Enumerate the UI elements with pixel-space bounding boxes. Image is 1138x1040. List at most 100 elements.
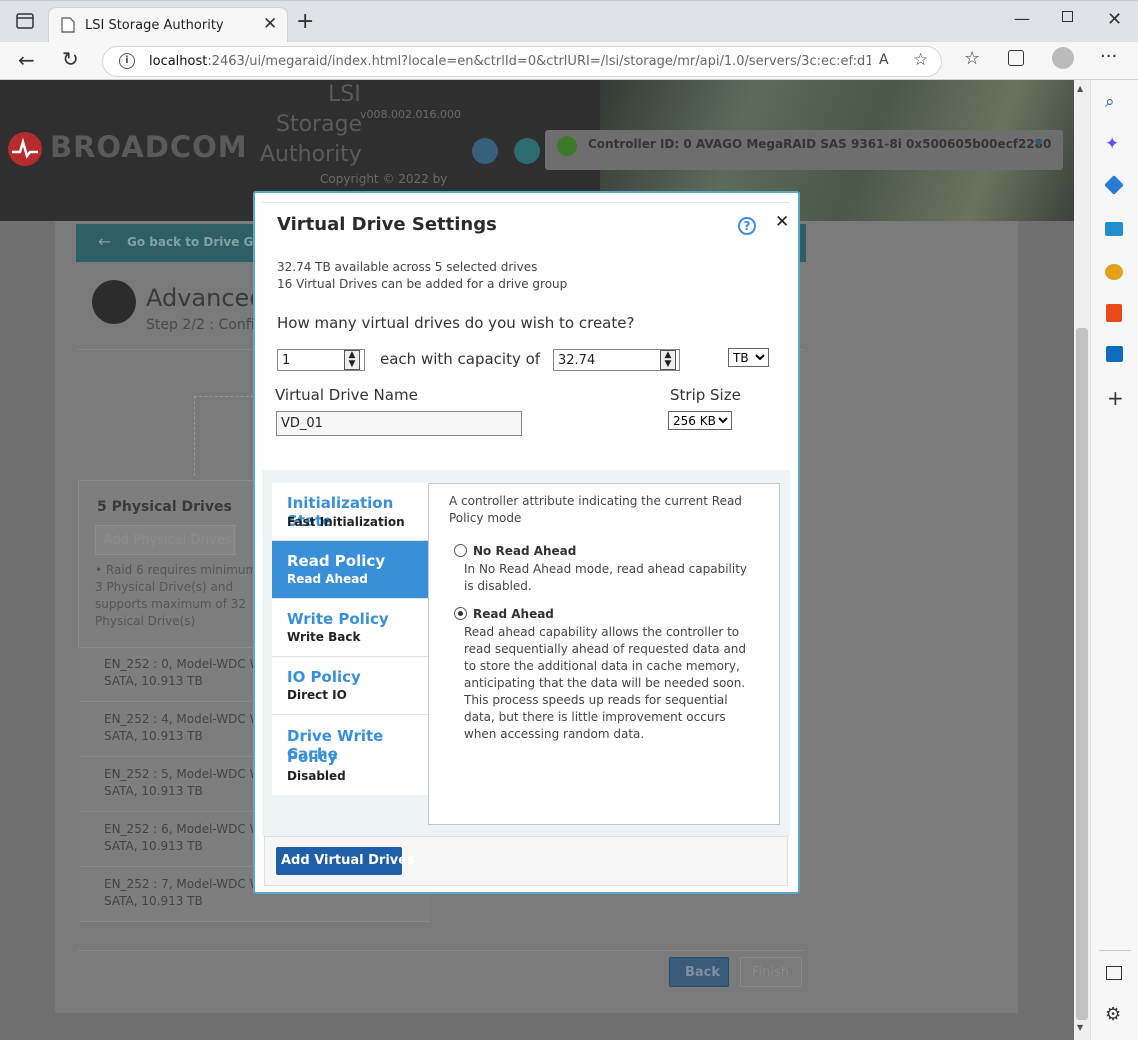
scroll-up-icon[interactable]: ▲ bbox=[1077, 84, 1083, 93]
site-info-icon[interactable]: i bbox=[119, 53, 135, 69]
capacity-unit-select[interactable]: TB bbox=[728, 348, 769, 367]
browser-sidebar: ⌕ ✦ + ⚙ bbox=[1090, 80, 1138, 1040]
read-ahead-radio[interactable] bbox=[454, 607, 467, 620]
vd-count-spinner[interactable]: ▲ ▼ bbox=[344, 350, 360, 370]
games-icon[interactable] bbox=[1105, 264, 1123, 280]
help-icon[interactable]: ? bbox=[738, 217, 756, 235]
read-ahead-desc: anticipating that the data will be neede… bbox=[464, 676, 746, 690]
read-ahead-desc: read sequentially ahead of requested dat… bbox=[464, 642, 747, 656]
wrench-icon bbox=[92, 280, 136, 324]
read-ahead-desc: when accessing random data. bbox=[464, 727, 645, 741]
read-ahead-desc: Read ahead capability allows the control… bbox=[464, 625, 740, 639]
minimize-icon[interactable]: — bbox=[1014, 9, 1030, 28]
scroll-down-icon[interactable]: ▼ bbox=[1077, 1023, 1083, 1032]
refresh-app-icon[interactable] bbox=[514, 138, 540, 164]
no-read-ahead-label[interactable]: No Read Ahead bbox=[473, 544, 576, 558]
back-arrow-icon[interactable]: ← bbox=[98, 232, 111, 251]
settings-menu-icon[interactable]: ··· bbox=[1100, 46, 1117, 67]
app-name-line1: LSI bbox=[328, 82, 361, 107]
tab-read-policy[interactable]: Read Policy Read Ahead bbox=[272, 541, 428, 599]
collections-icon[interactable] bbox=[1008, 50, 1024, 66]
sidebar-divider bbox=[1099, 950, 1131, 951]
panel-description-line1: A controller attribute indicating the cu… bbox=[449, 494, 742, 508]
add-sidebar-app-icon[interactable]: + bbox=[1107, 386, 1124, 410]
add-virtual-drives-button[interactable]: Add Virtual Drives bbox=[276, 847, 415, 875]
browser-toolbar: ← ↻ i localhost:2463/ui/megaraid/index.h… bbox=[0, 42, 1138, 80]
close-window-icon[interactable]: ✕ bbox=[1107, 9, 1122, 30]
search-icon[interactable]: ⌕ bbox=[1105, 92, 1115, 112]
raid-note-line1: • Raid 6 requires minimum o bbox=[95, 563, 269, 577]
browser-tab-bar: LSI Storage Authority ✕ + — ✕ bbox=[0, 0, 1138, 43]
add-favorite-icon[interactable]: ☆ bbox=[913, 50, 928, 70]
read-ahead-desc: data, but there is little improvement oc… bbox=[464, 710, 726, 724]
read-ahead-desc: This process speeds up reads for sequent… bbox=[464, 693, 728, 707]
tab-drive-write-cache-policy[interactable]: Drive Write Cache Policy Disabled bbox=[272, 715, 428, 795]
add-physical-drives-button[interactable]: Add Physical Drives bbox=[95, 525, 235, 555]
capacity-label: each with capacity of bbox=[380, 350, 541, 368]
new-tab-icon[interactable]: + bbox=[296, 9, 314, 34]
panel-description-line2: Policy mode bbox=[449, 511, 522, 525]
controller-selector[interactable]: Controller ID: 0 AVAGO MegaRAID SAS 9361… bbox=[545, 130, 1063, 170]
capacity-spinner[interactable]: ▲ ▼ bbox=[660, 350, 676, 370]
read-aloud-icon[interactable]: A bbox=[879, 52, 889, 68]
version: v008.002.016.000 bbox=[360, 108, 461, 121]
tools-icon[interactable] bbox=[1105, 222, 1123, 236]
tab-actions-icon[interactable] bbox=[14, 13, 36, 33]
office-icon[interactable] bbox=[1106, 304, 1122, 322]
raid-note-line3: supports maximum of 32 bbox=[95, 597, 247, 611]
controller-label: Controller ID: 0 AVAGO MegaRAID SAS 9361… bbox=[588, 137, 1052, 151]
drive-group-placeholder bbox=[194, 396, 254, 476]
available-capacity: 32.74 TB available across 5 selected dri… bbox=[277, 260, 538, 274]
footer-divider bbox=[78, 950, 804, 951]
profile-avatar[interactable] bbox=[1052, 47, 1074, 69]
virtual-drive-limit: 16 Virtual Drives can be added for a dri… bbox=[277, 277, 568, 291]
count-question: How many virtual drives do you wish to c… bbox=[277, 314, 635, 332]
tab-write-policy[interactable]: Write Policy Write Back bbox=[272, 599, 428, 657]
read-ahead-desc: to store the additional data in cache me… bbox=[464, 659, 740, 673]
read-ahead-label[interactable]: Read Ahead bbox=[473, 607, 554, 621]
hide-sidebar-icon[interactable] bbox=[1106, 966, 1122, 980]
no-read-ahead-desc: is disabled. bbox=[464, 579, 532, 593]
back-arrow-icon[interactable]: ← bbox=[18, 48, 35, 72]
strip-size-select[interactable]: 256 KB bbox=[668, 411, 732, 430]
strip-size-label: Strip Size bbox=[670, 386, 741, 404]
outlook-icon[interactable] bbox=[1106, 346, 1123, 362]
dialog-header-line bbox=[262, 202, 790, 203]
chevron-down-icon[interactable]: ▼ bbox=[1035, 138, 1043, 149]
app-name-line3: Authority bbox=[260, 142, 362, 167]
shopping-icon[interactable] bbox=[1104, 175, 1124, 195]
url-text[interactable]: localhost:2463/ui/megaraid/index.html?lo… bbox=[149, 54, 871, 69]
tab-title: LSI Storage Authority bbox=[85, 18, 224, 33]
finish-button[interactable]: Finish bbox=[740, 957, 802, 987]
wizard-step: Step 2/2 : Confi bbox=[146, 317, 255, 333]
address-bar[interactable]: i localhost:2463/ui/megaraid/index.html?… bbox=[102, 46, 942, 77]
no-read-ahead-desc: In No Read Ahead mode, read ahead capabi… bbox=[464, 562, 748, 576]
controller-ok-icon bbox=[557, 136, 577, 156]
scrollbar-thumb[interactable] bbox=[1076, 328, 1088, 1020]
dialog-title: Virtual Drive Settings bbox=[277, 214, 497, 235]
no-read-ahead-radio[interactable] bbox=[454, 544, 467, 557]
favorites-icon[interactable]: ☆ bbox=[964, 48, 980, 69]
sidebar-settings-icon[interactable]: ⚙ bbox=[1105, 1004, 1121, 1025]
vd-name-label: Virtual Drive Name bbox=[275, 386, 418, 404]
back-button[interactable]: Back bbox=[669, 957, 729, 987]
tab-initialization-state[interactable]: Initialization State Fast Initialization bbox=[272, 483, 428, 541]
raid-note-line4: Physical Drive(s) bbox=[95, 614, 196, 628]
tab-io-policy[interactable]: IO Policy Direct IO bbox=[272, 657, 428, 715]
copyright: Copyright © 2022 by bbox=[320, 172, 448, 186]
raid-note-line2: 3 Physical Drive(s) and bbox=[95, 580, 234, 594]
app-name-line2: Storage bbox=[276, 112, 363, 137]
copilot-icon[interactable]: ✦ bbox=[1105, 134, 1119, 154]
vd-name-input[interactable] bbox=[276, 411, 522, 436]
page-favicon-icon bbox=[61, 17, 75, 37]
home-icon[interactable] bbox=[472, 138, 498, 164]
close-dialog-icon[interactable]: ✕ bbox=[775, 212, 789, 232]
brand-name: BROADCOM bbox=[50, 130, 248, 164]
broadcom-logo-icon bbox=[8, 132, 42, 166]
refresh-icon[interactable]: ↻ bbox=[62, 47, 79, 71]
physical-drives-title: 5 Physical Drives bbox=[97, 499, 232, 515]
wizard-title: Advanced bbox=[146, 284, 265, 312]
maximize-icon[interactable] bbox=[1062, 11, 1073, 22]
close-tab-icon[interactable]: ✕ bbox=[263, 14, 277, 34]
browser-tab[interactable]: LSI Storage Authority ✕ bbox=[48, 7, 288, 43]
